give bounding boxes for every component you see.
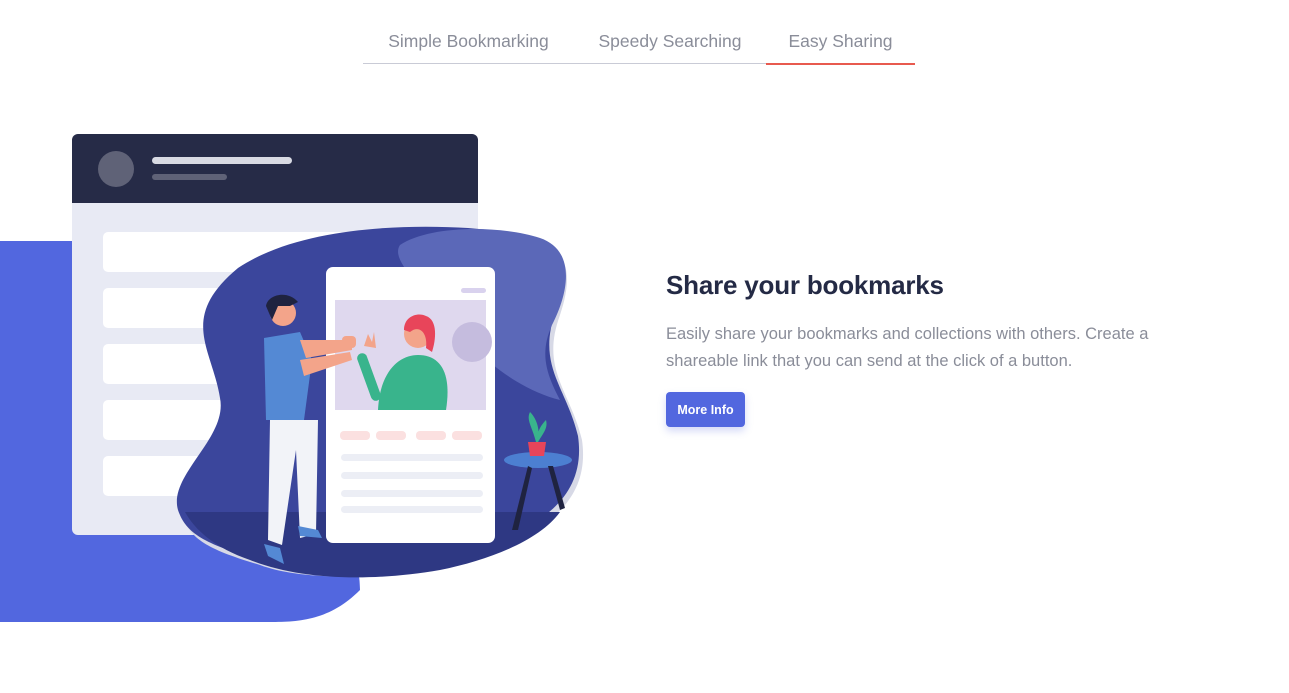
sharing-illustration xyxy=(0,120,600,630)
feature-title: Share your bookmarks xyxy=(666,270,944,300)
feature-panel: Share your bookmarks Easily share your b… xyxy=(666,270,1166,427)
feature-description: Easily share your bookmarks and collecti… xyxy=(666,325,1149,370)
tab-speedy-searching[interactable]: Speedy Searching xyxy=(574,24,766,64)
tab-easy-sharing[interactable]: Easy Sharing xyxy=(766,24,915,65)
phone-screen xyxy=(326,267,495,543)
feature-tabs: Simple Bookmarking Speedy Searching Easy… xyxy=(363,24,915,65)
more-info-button[interactable]: More Info xyxy=(666,392,745,427)
tab-simple-bookmarking[interactable]: Simple Bookmarking xyxy=(363,24,574,64)
